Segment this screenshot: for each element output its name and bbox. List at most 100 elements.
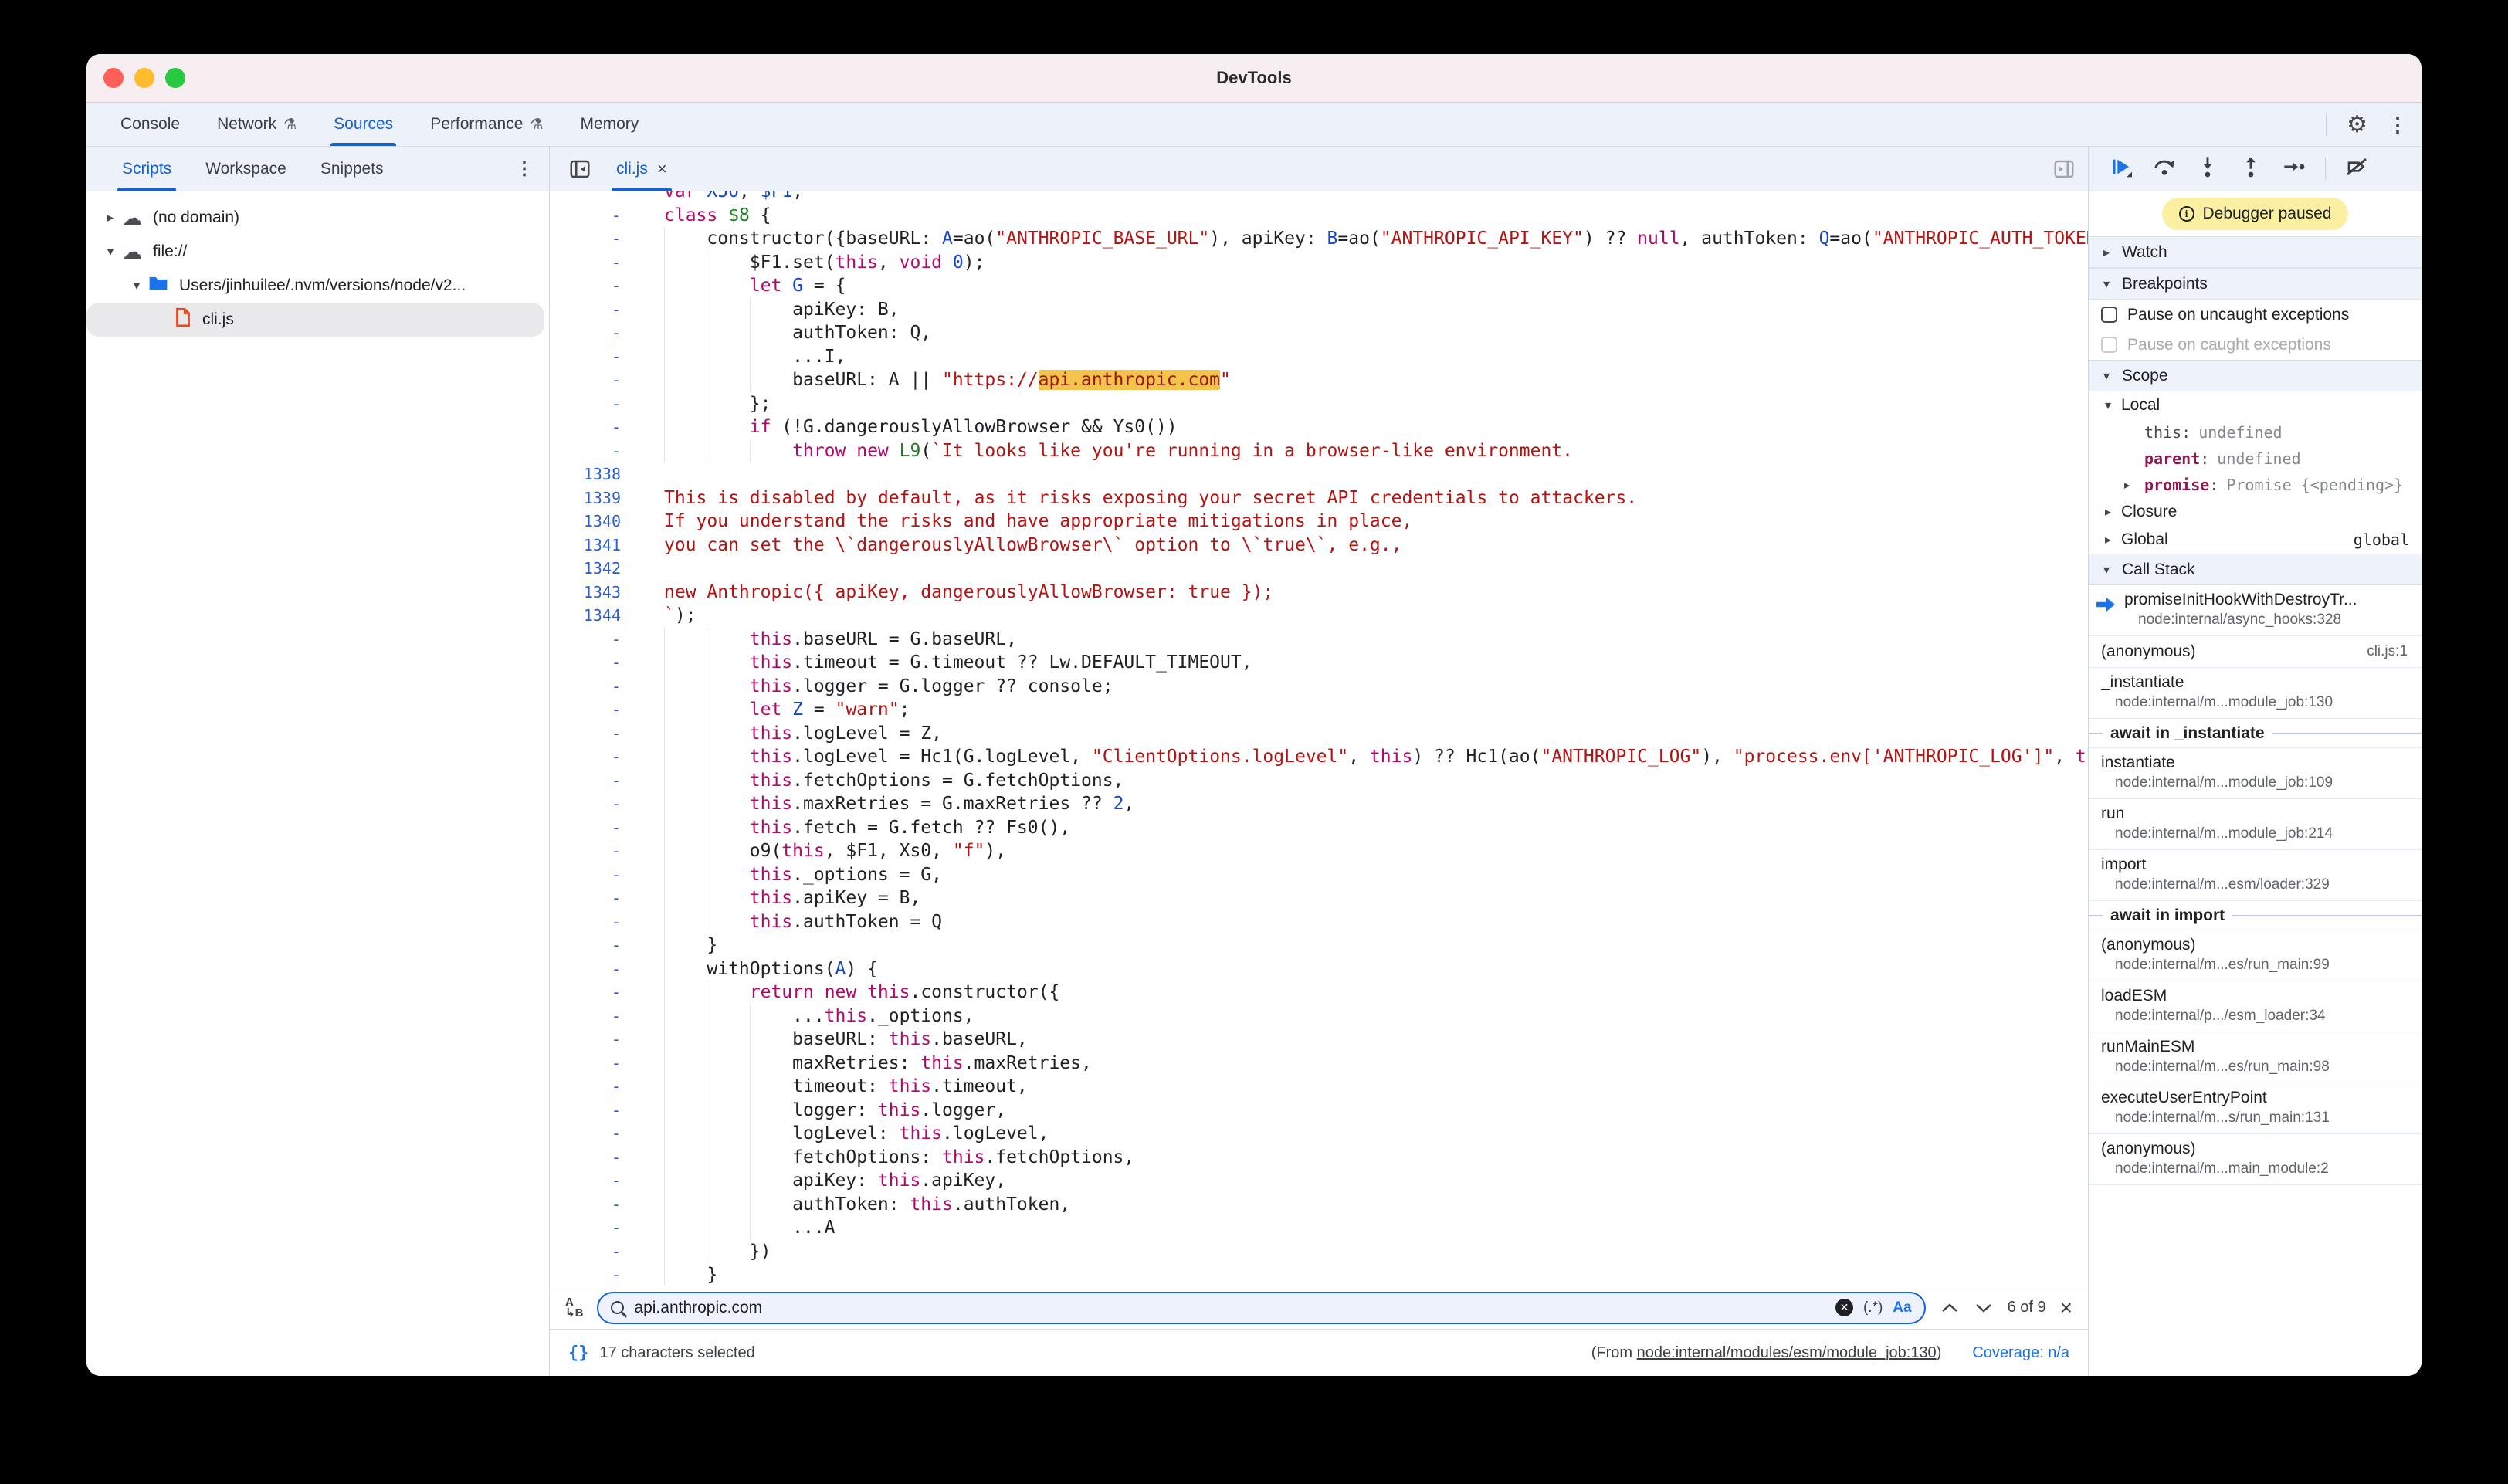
call-stack-frame[interactable]: importnode:internal/m...esm/loader:329 [2089, 850, 2422, 901]
call-stack-frame[interactable]: (anonymous)cli.js:1 [2089, 636, 2422, 668]
navigator-tab-scripts[interactable]: Scripts [105, 147, 188, 191]
line-gutter[interactable]: - [550, 722, 641, 746]
line-content[interactable]: `); [641, 604, 2088, 628]
line-content[interactable]: this.fetchOptions = G.fetchOptions, [641, 769, 2088, 793]
line-content[interactable]: constructor({baseURL: A=ao("ANTHROPIC_BA… [641, 227, 2088, 251]
line-content[interactable]: ...this._options, [641, 1005, 2088, 1028]
replace-toggle-icon[interactable]: A↳B [565, 1297, 583, 1319]
line-content[interactable]: logger: this.logger, [641, 1099, 2088, 1123]
watch-section-header[interactable]: ▸Watch [2089, 236, 2422, 268]
line-gutter[interactable]: - [550, 933, 641, 957]
tree-item-users-jinhuilee-nvm-versions-node-v2-[interactable]: ▾Users/jinhuilee/.nvm/versions/node/v2..… [86, 269, 549, 303]
line-gutter[interactable]: - [550, 957, 641, 981]
line-gutter[interactable]: - [550, 251, 641, 275]
line-gutter[interactable]: - [550, 1240, 641, 1264]
line-gutter[interactable]: - [550, 204, 641, 228]
line-gutter[interactable]: - [550, 1052, 641, 1076]
settings-gear-icon[interactable]: ⚙ [2347, 111, 2367, 138]
resume-script-icon[interactable] [2109, 154, 2133, 183]
line-gutter[interactable]: - [550, 1263, 641, 1286]
call-stack-frame[interactable]: runMainESMnode:internal/m...es/run_main:… [2089, 1032, 2422, 1083]
call-stack-frame[interactable]: loadESMnode:internal/p.../esm_loader:34 [2089, 981, 2422, 1032]
step-out-icon[interactable] [2239, 154, 2263, 183]
line-content[interactable]: you can set the \`dangerouslyAllowBrowse… [641, 534, 2088, 557]
scope-property-promise[interactable]: ▸promise:Promise {<pending>} [2089, 472, 2422, 498]
line-content[interactable]: if (!G.dangerouslyAllowBrowser && Ys0()) [641, 415, 2088, 439]
collapse-navigator-icon[interactable] [568, 158, 591, 181]
line-content[interactable]: }; [641, 392, 2088, 416]
regex-toggle[interactable]: (.*) [1863, 1299, 1883, 1316]
line-content[interactable]: class $8 { [641, 204, 2088, 228]
line-gutter[interactable]: - [550, 816, 641, 840]
call-stack-frame[interactable]: instantiatenode:internal/m...module_job:… [2089, 748, 2422, 799]
close-tab-icon[interactable]: × [657, 159, 667, 179]
line-gutter[interactable]: 1344 [550, 604, 641, 628]
deactivate-breakpoints-icon[interactable] [2344, 154, 2369, 183]
line-content[interactable]: $F1.set(this, void 0); [641, 251, 2088, 275]
scope-property-this[interactable]: this:undefined [2089, 419, 2422, 446]
line-gutter[interactable]: - [550, 651, 641, 675]
call-stack-frame[interactable]: runnode:internal/m...module_job:214 [2089, 799, 2422, 850]
line-gutter[interactable]: - [550, 1216, 641, 1240]
line-gutter[interactable]: - [550, 981, 641, 1005]
line-gutter[interactable]: - [550, 392, 641, 416]
pretty-print-icon[interactable]: {} [568, 1343, 589, 1363]
scope-group-closure[interactable]: ▸Closure [2089, 498, 2422, 526]
callstack-section-header[interactable]: ▾Call Stack [2089, 554, 2422, 585]
line-gutter[interactable]: - [550, 910, 641, 934]
line-content[interactable]: ...A [641, 1216, 2088, 1240]
line-content[interactable]: If you understand the risks and have app… [641, 510, 2088, 534]
navigator-tab-workspace[interactable]: Workspace [188, 147, 303, 191]
scope-property-parent[interactable]: parent:undefined [2089, 446, 2422, 472]
disclosure-arrow-icon[interactable]: ▸ [2101, 532, 2115, 547]
line-gutter[interactable]: 1339 [550, 486, 641, 510]
call-stack-frame[interactable]: promiseInitHookWithDestroyTr...node:inte… [2089, 585, 2422, 636]
tree-item-file-[interactable]: ▾☁file:// [86, 235, 549, 269]
line-content[interactable]: apiKey: B, [641, 298, 2088, 322]
search-input[interactable]: api.anthropic.com ✕ (.*) Aa [597, 1292, 1925, 1324]
disclosure-arrow-icon[interactable]: ▾ [99, 244, 122, 259]
line-gutter[interactable]: - [550, 1122, 641, 1146]
tree-item-cli-js[interactable]: cli.js [86, 303, 544, 337]
clear-search-icon[interactable]: ✕ [1835, 1299, 1853, 1316]
line-content[interactable]: ...I, [641, 345, 2088, 369]
line-content[interactable]: this.logLevel = Z, [641, 722, 2088, 746]
line-content[interactable]: throw new L9(`It looks like you're runni… [641, 439, 2088, 463]
line-content[interactable]: o9(this, $F1, Xs0, "f"), [641, 839, 2088, 863]
tab-network[interactable]: Network⚗ [198, 103, 315, 146]
line-content[interactable]: this._options = G, [641, 863, 2088, 887]
line-gutter[interactable]: - [550, 439, 641, 463]
line-content[interactable]: baseURL: this.baseURL, [641, 1028, 2088, 1052]
scope-group-global[interactable]: ▸Globalglobal [2089, 526, 2422, 554]
disclosure-arrow-icon[interactable]: ▾ [2101, 398, 2115, 413]
tab-performance[interactable]: Performance⚗ [412, 103, 561, 146]
tab-console[interactable]: Console [102, 103, 198, 146]
line-gutter[interactable]: 1341 [550, 534, 641, 557]
line-content[interactable]: This is disabled by default, as it risks… [641, 486, 2088, 510]
navigator-more-icon[interactable]: ⋮ [515, 158, 534, 180]
line-content[interactable]: this.apiKey = B, [641, 886, 2088, 910]
line-gutter[interactable]: - [550, 1169, 641, 1193]
scope-group-local[interactable]: ▾Local [2089, 391, 2422, 419]
call-stack-frame[interactable]: (anonymous)node:internal/m...main_module… [2089, 1134, 2422, 1185]
line-content[interactable]: maxRetries: this.maxRetries, [641, 1052, 2088, 1076]
line-gutter[interactable]: 1338 [550, 462, 641, 486]
line-gutter[interactable]: - [550, 298, 641, 322]
line-content[interactable]: }) [641, 1240, 2088, 1264]
line-content[interactable]: let G = { [641, 274, 2088, 298]
tree-item--no-domain-[interactable]: ▸☁(no domain) [86, 201, 549, 235]
line-content[interactable]: withOptions(A) { [641, 957, 2088, 981]
previous-match-icon[interactable] [1940, 1301, 1960, 1315]
line-gutter[interactable]: - [550, 1146, 641, 1170]
call-stack-frame[interactable]: executeUserEntryPointnode:internal/m...s… [2089, 1083, 2422, 1134]
line-gutter[interactable]: - [550, 1028, 641, 1052]
line-gutter[interactable]: - [550, 415, 641, 439]
line-gutter[interactable]: - [550, 345, 641, 369]
scope-section-header[interactable]: ▾Scope [2089, 360, 2422, 391]
line-gutter[interactable] [550, 191, 641, 204]
line-gutter[interactable]: - [550, 274, 641, 298]
line-content[interactable]: this.baseURL = G.baseURL, [641, 628, 2088, 652]
line-gutter[interactable]: - [550, 321, 641, 345]
tab-sources[interactable]: Sources [315, 103, 412, 146]
line-content[interactable]: timeout: this.timeout, [641, 1075, 2088, 1099]
